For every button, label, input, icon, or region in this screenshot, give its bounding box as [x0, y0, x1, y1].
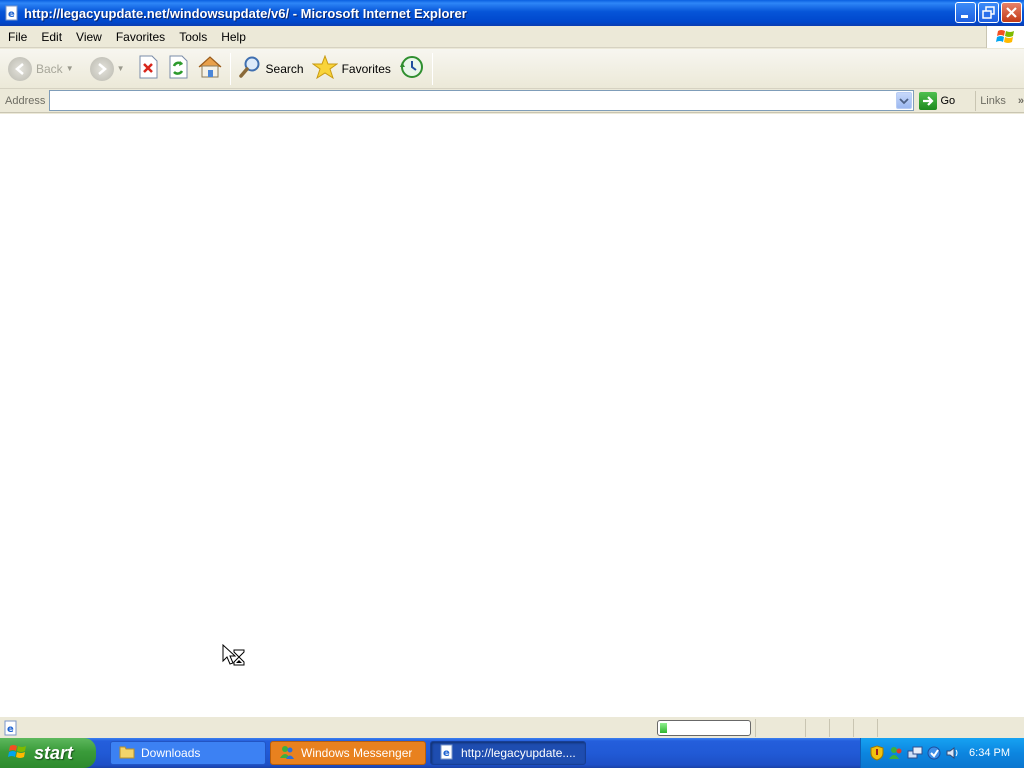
back-button[interactable]: Back ▼	[4, 52, 78, 86]
status-cell	[853, 718, 877, 737]
security-shield-icon[interactable]	[869, 745, 885, 761]
taskbar-item-windows-messenger[interactable]: Windows Messenger	[270, 741, 426, 765]
progress-fill	[660, 722, 668, 733]
menu-bar: File Edit View Favorites Tools Help	[0, 26, 1024, 48]
history-button[interactable]	[395, 52, 429, 86]
refresh-icon	[167, 55, 189, 82]
forward-dropdown-icon[interactable]: ▼	[117, 64, 125, 73]
start-label: start	[34, 742, 74, 763]
home-icon	[197, 55, 223, 82]
address-dropdown-icon[interactable]	[895, 92, 912, 109]
close-button[interactable]	[1001, 2, 1022, 23]
favorites-button[interactable]: Favorites	[308, 52, 395, 86]
back-dropdown-icon[interactable]: ▼	[66, 64, 74, 73]
menu-help[interactable]: Help	[215, 30, 252, 44]
go-button[interactable]: Go	[918, 91, 956, 110]
address-label: Address	[5, 94, 46, 107]
links-label: Links	[980, 94, 1006, 107]
taskbar-clock[interactable]: 6:34 PM	[969, 747, 1010, 759]
go-arrow-icon	[918, 91, 937, 110]
links-chevron-icon[interactable]: »	[1018, 95, 1024, 107]
favorites-label: Favorites	[341, 61, 391, 76]
toolbar-separator-end	[431, 52, 433, 85]
status-cell	[755, 718, 805, 737]
window-title: http://legacyupdate.net/windowsupdate/v6…	[24, 5, 467, 21]
taskbar-item-internet-explorer[interactable]: e http://legacyupdate....	[430, 741, 586, 765]
start-button[interactable]: start	[0, 738, 96, 768]
search-button[interactable]: Search	[234, 52, 308, 86]
favorites-star-icon	[311, 54, 339, 82]
ie-status-icon: e	[3, 720, 19, 736]
taskbar-item-label: Windows Messenger	[301, 746, 413, 760]
title-bar[interactable]: e http://legacyupdate.net/windowsupdate/…	[0, 0, 1024, 26]
go-label: Go	[940, 94, 956, 107]
taskbar-item-label: Downloads	[141, 746, 201, 760]
messenger-tray-icon[interactable]	[888, 745, 904, 761]
ie-page-icon: e	[4, 5, 20, 21]
updates-tray-icon[interactable]	[926, 745, 942, 761]
windows-logo-icon	[986, 26, 1024, 48]
taskbar: start Downloads Windows Messenger e http…	[0, 738, 1024, 768]
back-label: Back	[36, 61, 63, 76]
stop-icon	[137, 55, 159, 82]
menu-favorites[interactable]: Favorites	[110, 30, 171, 44]
volume-tray-icon[interactable]	[945, 745, 961, 761]
status-zone-cell	[877, 718, 1007, 737]
address-bar: Address Go Links »	[0, 89, 1024, 113]
network-tray-icon[interactable]	[907, 745, 923, 761]
toolbar-separator	[229, 52, 231, 85]
taskbar-item-downloads[interactable]: Downloads	[110, 741, 266, 765]
svg-text:e: e	[443, 748, 450, 759]
busy-cursor-icon	[222, 643, 248, 668]
menu-edit[interactable]: Edit	[35, 30, 68, 44]
folder-icon	[119, 745, 135, 762]
search-label: Search	[265, 61, 304, 76]
refresh-button[interactable]	[163, 52, 193, 86]
svg-text:e: e	[8, 9, 15, 20]
taskbar-item-label: http://legacyupdate....	[461, 746, 576, 760]
back-arrow-icon	[8, 56, 32, 81]
menu-file[interactable]: File	[2, 30, 33, 44]
menu-tools[interactable]: Tools	[173, 30, 213, 44]
restore-button[interactable]	[978, 2, 999, 23]
forward-button[interactable]: ▼	[86, 52, 129, 86]
address-combobox[interactable]	[48, 90, 914, 111]
stop-button[interactable]	[133, 52, 163, 86]
home-button[interactable]	[193, 52, 227, 86]
status-cell	[829, 718, 853, 737]
svg-text:e: e	[7, 724, 14, 735]
search-icon	[238, 55, 262, 82]
ie-icon: e	[439, 744, 455, 763]
menu-view[interactable]: View	[70, 30, 108, 44]
status-bar: e	[0, 716, 1024, 738]
loading-progress-bar	[657, 719, 751, 736]
links-toolbar[interactable]: Links »	[975, 90, 1024, 111]
page-content[interactable]	[0, 114, 1024, 716]
windows-flag-icon	[8, 743, 28, 764]
history-icon	[399, 54, 425, 83]
minimize-button[interactable]	[955, 2, 976, 23]
standard-toolbar: Back ▼ ▼ Search Favorites	[0, 49, 1024, 89]
address-input[interactable]	[49, 91, 890, 110]
system-tray: 6:34 PM	[860, 738, 1024, 768]
messenger-icon	[279, 744, 295, 763]
status-cell	[805, 718, 829, 737]
forward-arrow-icon	[89, 56, 114, 81]
